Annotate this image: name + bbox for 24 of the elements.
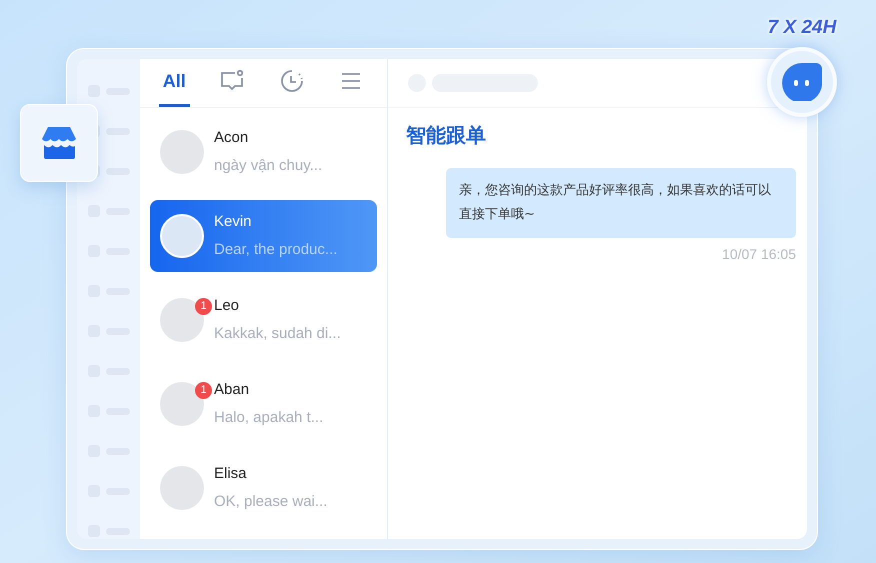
- tab[interactable]: All: [158, 58, 190, 107]
- message-preview: OK, please wai...: [214, 493, 328, 511]
- avatar: [160, 466, 204, 510]
- message-bubble: 亲，您咨询的这款产品好评率很高，如果喜欢的话可以直接下单哦~: [446, 168, 796, 238]
- store-icon: [42, 127, 76, 159]
- contact-name: Leo: [214, 297, 240, 315]
- contact-name: Elisa: [214, 465, 248, 483]
- message-time: 10/07 16:05: [722, 245, 796, 264]
- service-hours-label: 7 X 24H: [768, 16, 836, 40]
- avatar: [160, 130, 204, 174]
- clock-icon: [278, 68, 305, 94]
- unread-count: 1: [195, 382, 212, 399]
- contact-name: Aban: [214, 381, 250, 399]
- contact-item[interactable]: Kevin Dear, the produc...: [150, 200, 377, 272]
- avatar: [160, 214, 204, 258]
- unread-count: 1: [195, 298, 212, 315]
- message-preview: Kakkak, sudah di...: [214, 325, 341, 343]
- contact-name: Kevin: [214, 213, 253, 231]
- message-preview: Halo, apakah t...: [214, 409, 324, 427]
- message-preview: Dear, the produc...: [214, 241, 338, 259]
- contact-name: Acon: [214, 129, 250, 147]
- chat-title: 智能跟单: [406, 122, 487, 149]
- bot-icon: [782, 62, 822, 100]
- message-preview: ngày vận chuy...: [214, 157, 322, 175]
